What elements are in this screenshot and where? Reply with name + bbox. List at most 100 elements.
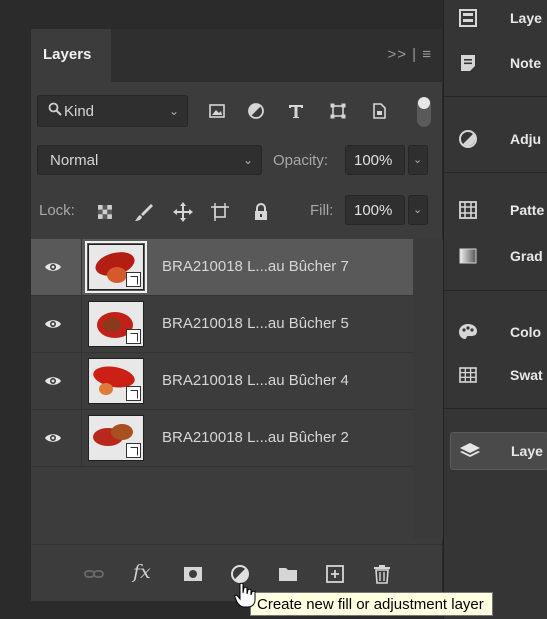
layers-scrollbar[interactable]	[413, 239, 444, 539]
chevron-down-icon: ⌄	[413, 204, 423, 216]
thumbnail-image	[107, 267, 127, 283]
divider	[81, 410, 82, 467]
layers-list: BRA210018 L...au Bûcher 7 BRA210018 L...…	[31, 239, 413, 539]
patterns-icon	[458, 200, 478, 220]
dock-item-swatches[interactable]: Swat	[444, 357, 547, 393]
dock-item-patterns[interactable]: Patte	[444, 192, 547, 228]
layer-name[interactable]: BRA210018 L...au Bûcher 5	[162, 315, 349, 332]
lock-position-icon[interactable]	[173, 202, 193, 222]
type-filter-icon[interactable]	[287, 102, 305, 120]
adjustment-filter-icon[interactable]	[247, 102, 265, 120]
lock-all-icon[interactable]	[251, 202, 271, 222]
tooltip: Create new fill or adjustment layer	[250, 592, 493, 616]
blend-mode-value: Normal	[50, 152, 99, 169]
panel-menu-controls[interactable]: >> | ≡	[387, 46, 432, 63]
lock-row: Lock: Fill: 100% ⌄	[31, 195, 442, 229]
layers-icon	[459, 441, 480, 461]
thumbnail-image	[99, 383, 113, 395]
layers-panel: Layers >> | ≡ Kind ⌄ Normal ⌄ Opacity: 1…	[30, 28, 444, 601]
adjustments-icon	[458, 129, 478, 149]
fill-dropdown[interactable]: ⌄	[408, 195, 428, 225]
gradients-icon	[458, 246, 478, 266]
dock-divider	[444, 172, 547, 173]
new-group-icon[interactable]	[277, 563, 299, 585]
color-icon	[458, 322, 478, 342]
dock-item-label: Note	[510, 55, 542, 71]
panel-tab-bar: Layers >> | ≡	[31, 29, 442, 82]
layer-row[interactable]: BRA210018 L...au Bûcher 2	[31, 410, 413, 467]
dock-divider	[444, 408, 547, 409]
add-mask-icon[interactable]	[182, 563, 204, 585]
notes-icon	[458, 53, 478, 73]
chevron-down-icon: ⌄	[168, 104, 179, 118]
fill-label: Fill:	[310, 202, 334, 219]
layer-name[interactable]: BRA210018 L...au Bûcher 7	[162, 258, 349, 275]
layer-thumbnail[interactable]	[88, 358, 144, 404]
layer-row[interactable]: BRA210018 L...au Bûcher 4	[31, 353, 413, 410]
dock-divider	[444, 290, 547, 291]
layer-name[interactable]: BRA210018 L...au Bûcher 2	[162, 429, 349, 446]
fill-field[interactable]: 100%	[345, 195, 405, 225]
filter-toggle-switch[interactable]	[417, 97, 431, 127]
blend-row: Normal ⌄ Opacity: 100% ⌄	[31, 145, 442, 179]
dock-item-label: Patte	[510, 202, 545, 218]
smart-object-badge-icon	[126, 272, 141, 287]
layer-thumbnail[interactable]	[85, 241, 147, 293]
layers-alt-icon	[458, 8, 478, 28]
shape-filter-icon[interactable]	[329, 102, 347, 120]
filter-row: Kind ⌄	[31, 91, 442, 131]
image-filter-icon[interactable]	[208, 102, 226, 120]
opacity-label: Opacity:	[273, 152, 329, 169]
link-layers-icon[interactable]	[83, 563, 105, 585]
eye-icon[interactable]	[44, 372, 62, 390]
new-layer-icon[interactable]	[324, 563, 346, 585]
fx-icon[interactable]: fx	[133, 561, 155, 583]
smart-object-badge-icon	[126, 386, 141, 401]
layer-row[interactable]: BRA210018 L...au Bûcher 7	[31, 239, 413, 296]
dock-item-layer-comps[interactable]: Laye	[444, 0, 547, 36]
eye-icon[interactable]	[44, 429, 62, 447]
dock-item-label: Adju	[510, 131, 542, 147]
dock-divider	[444, 96, 547, 97]
smart-object-badge-icon	[126, 443, 141, 458]
lock-artboard-icon[interactable]	[210, 202, 230, 222]
dock-item-label: Grad	[510, 248, 543, 264]
dock-item-label: Swat	[510, 367, 543, 383]
divider	[81, 353, 82, 410]
filter-kind-select[interactable]: Kind ⌄	[37, 95, 188, 127]
smart-object-filter-icon[interactable]	[370, 102, 388, 120]
lock-transparent-pixels-icon[interactable]	[95, 202, 115, 222]
lock-label: Lock:	[39, 202, 75, 219]
delete-layer-icon[interactable]	[371, 563, 393, 585]
dock-item-label: Laye	[511, 443, 543, 459]
blend-mode-select[interactable]: Normal ⌄	[37, 145, 262, 175]
dock-item-label: Laye	[510, 10, 542, 26]
dock-item-adjustments[interactable]: Adju	[444, 121, 547, 157]
divider	[81, 296, 82, 353]
panel-dock: Laye Note Adju Patte Grad Colo Swat Laye	[443, 0, 547, 619]
opacity-dropdown[interactable]: ⌄	[408, 145, 428, 175]
eye-icon[interactable]	[44, 315, 62, 333]
hand-cursor-icon	[234, 582, 256, 608]
dock-item-notes[interactable]: Note	[444, 45, 547, 81]
dock-item-layers[interactable]: Laye	[450, 432, 547, 470]
search-icon	[48, 102, 62, 120]
dock-item-color[interactable]: Colo	[444, 314, 547, 350]
lock-image-pixels-icon[interactable]	[134, 202, 154, 222]
swatches-icon	[458, 365, 478, 385]
divider	[81, 239, 82, 296]
smart-object-badge-icon	[126, 329, 141, 344]
layer-thumbnail[interactable]	[88, 415, 144, 461]
layer-row[interactable]: BRA210018 L...au Bûcher 5	[31, 296, 413, 353]
filter-kind-label: Kind	[64, 103, 95, 120]
eye-icon[interactable]	[44, 258, 62, 276]
thumbnail-image	[111, 424, 133, 440]
chevron-down-icon: ⌄	[242, 153, 253, 167]
layer-thumbnail[interactable]	[88, 301, 144, 347]
layer-name[interactable]: BRA210018 L...au Bûcher 4	[162, 372, 349, 389]
tab-layers[interactable]: Layers	[31, 29, 111, 82]
thumbnail-image	[103, 318, 121, 332]
dock-item-gradients[interactable]: Grad	[444, 238, 547, 274]
dock-item-label: Colo	[510, 324, 542, 340]
opacity-field[interactable]: 100%	[345, 145, 405, 175]
